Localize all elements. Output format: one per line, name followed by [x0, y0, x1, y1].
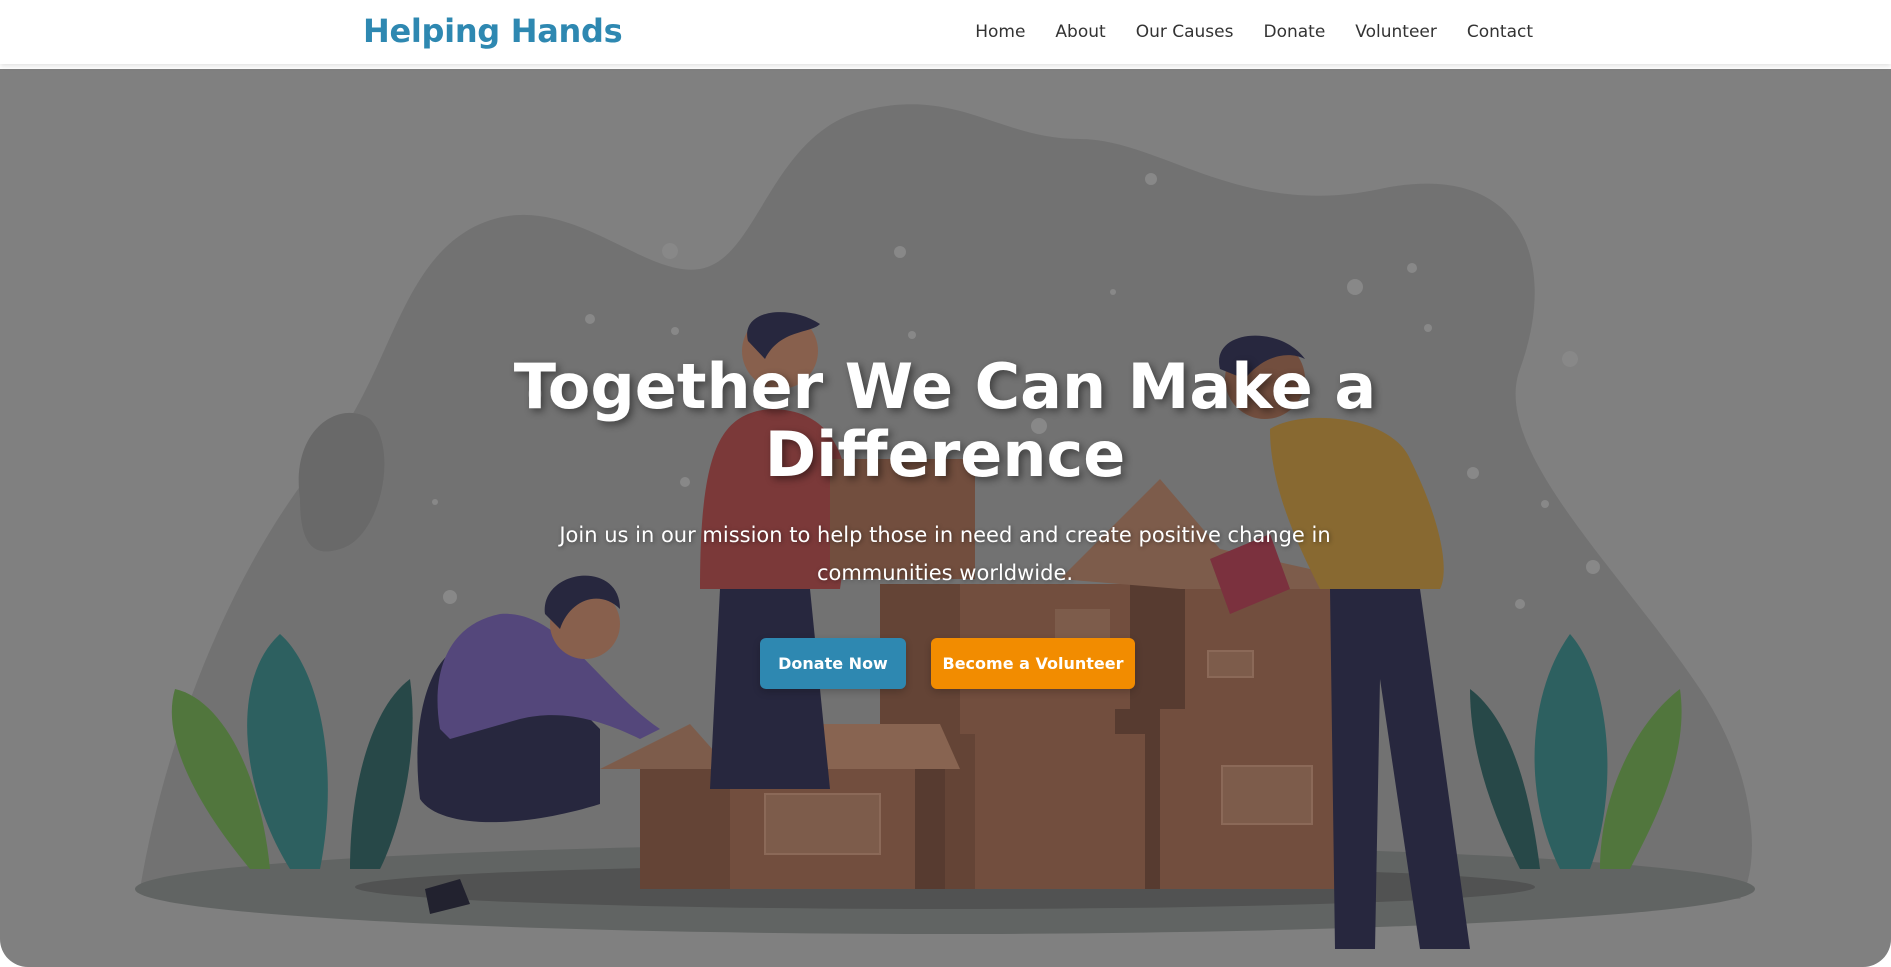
nav-link-home[interactable]: Home — [975, 22, 1025, 42]
hero-title: Together We Can Make a Difference — [513, 350, 1377, 491]
site-logo[interactable]: Helping Hands — [363, 12, 623, 50]
hero-subtitle: Join us in our mission to help those in … — [559, 523, 1331, 585]
hero-content: Together We Can Make a Difference Join u… — [0, 69, 1891, 967]
nav-link-our-causes[interactable]: Our Causes — [1136, 22, 1234, 42]
nav-link-contact[interactable]: Contact — [1467, 22, 1533, 42]
nav-item-our-causes: Our Causes — [1136, 22, 1234, 42]
nav-item-contact: Contact — [1467, 22, 1533, 42]
nav-item-volunteer: Volunteer — [1355, 22, 1437, 42]
nav-item-home: Home — [975, 22, 1025, 42]
nav-link-donate[interactable]: Donate — [1263, 22, 1325, 42]
navbar: Helping Hands Home About Our Causes Dona… — [0, 0, 1891, 64]
nav-menu: Home About Our Causes Donate Volunteer C… — [975, 0, 1533, 64]
become-volunteer-button[interactable]: Become a Volunteer — [931, 638, 1135, 689]
nav-link-volunteer[interactable]: Volunteer — [1355, 22, 1437, 42]
nav-link-about[interactable]: About — [1055, 22, 1105, 42]
nav-item-donate: Donate — [1263, 22, 1325, 42]
nav-item-about: About — [1055, 22, 1105, 42]
donate-now-button[interactable]: Donate Now — [760, 638, 906, 689]
hero-section: Together We Can Make a Difference Join u… — [0, 69, 1891, 967]
